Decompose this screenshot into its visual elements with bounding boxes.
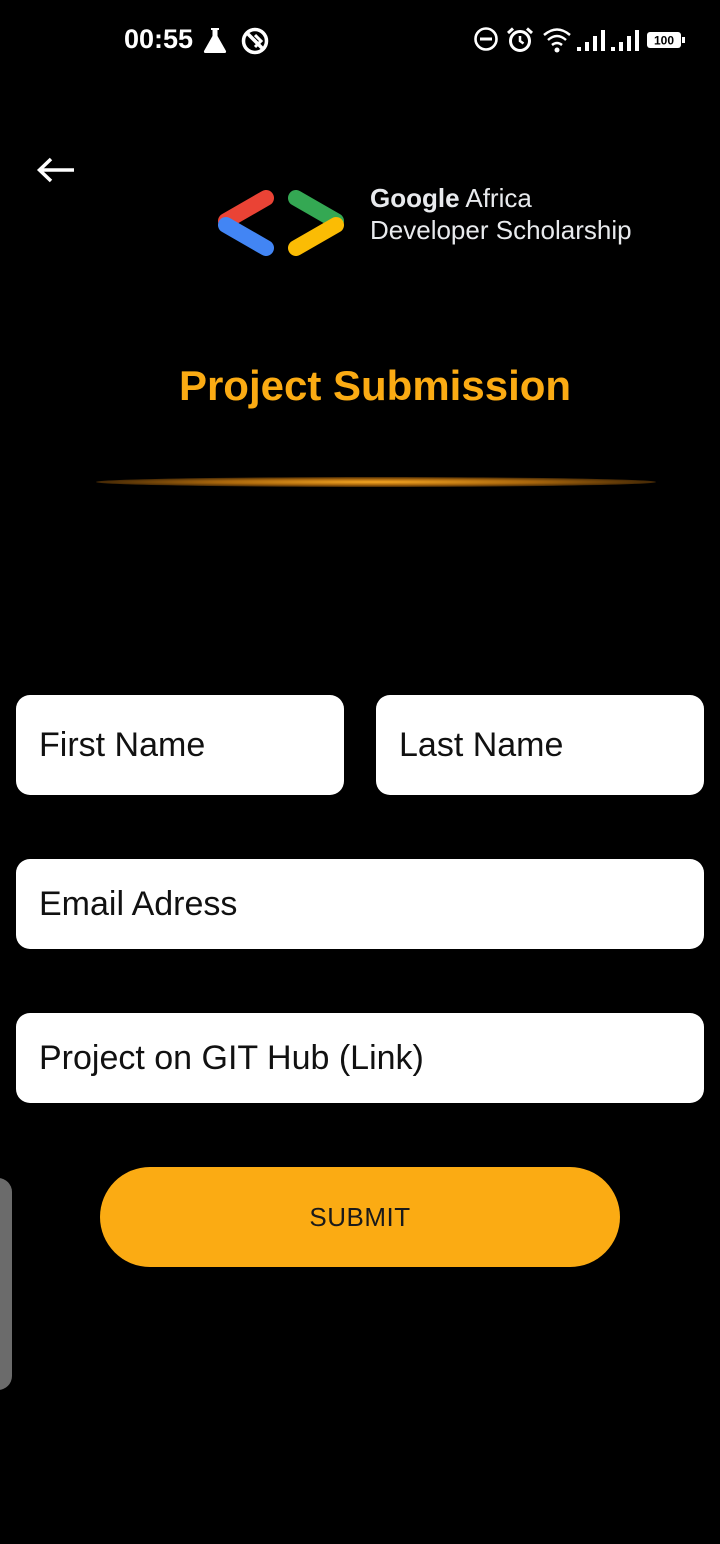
github-link-field[interactable] bbox=[16, 1013, 704, 1103]
logo-line-1: Google Africa bbox=[370, 182, 632, 214]
alarm-icon bbox=[506, 26, 534, 59]
flask-icon bbox=[202, 26, 228, 59]
logo-africa: Africa bbox=[459, 183, 532, 213]
logo-line-2: Developer Scholarship bbox=[370, 215, 632, 245]
status-time: 00:55 bbox=[124, 24, 194, 54]
email-input[interactable] bbox=[37, 883, 704, 925]
signal-icon bbox=[576, 28, 608, 57]
signal-icon-2 bbox=[610, 28, 642, 57]
wifi-icon bbox=[542, 26, 572, 59]
title-divider bbox=[96, 477, 656, 487]
first-name-input[interactable] bbox=[37, 724, 344, 766]
edge-panel-handle[interactable] bbox=[0, 1178, 12, 1390]
arrow-left-icon bbox=[36, 156, 76, 189]
first-name-field[interactable] bbox=[16, 695, 344, 795]
logo-text: Google Africa Developer Scholarship bbox=[370, 182, 632, 246]
dnd-icon bbox=[473, 26, 499, 57]
github-link-input[interactable] bbox=[37, 1037, 704, 1079]
back-button[interactable] bbox=[28, 148, 84, 196]
data-saver-icon bbox=[240, 26, 270, 61]
logo-google: Google bbox=[370, 183, 460, 213]
status-bar: 00:55 100 bbox=[0, 0, 720, 80]
google-africa-logo: Google Africa Developer Scholarship bbox=[216, 180, 646, 270]
last-name-input[interactable] bbox=[397, 724, 704, 766]
page-title: Project Submission bbox=[178, 362, 572, 409]
last-name-field[interactable] bbox=[376, 695, 704, 795]
developer-chevrons-logo-icon bbox=[216, 190, 346, 261]
email-field[interactable] bbox=[16, 859, 704, 949]
submit-button[interactable]: SUBMIT bbox=[100, 1167, 620, 1267]
battery-icon: 100 bbox=[646, 30, 686, 55]
battery-level: 100 bbox=[654, 34, 674, 48]
